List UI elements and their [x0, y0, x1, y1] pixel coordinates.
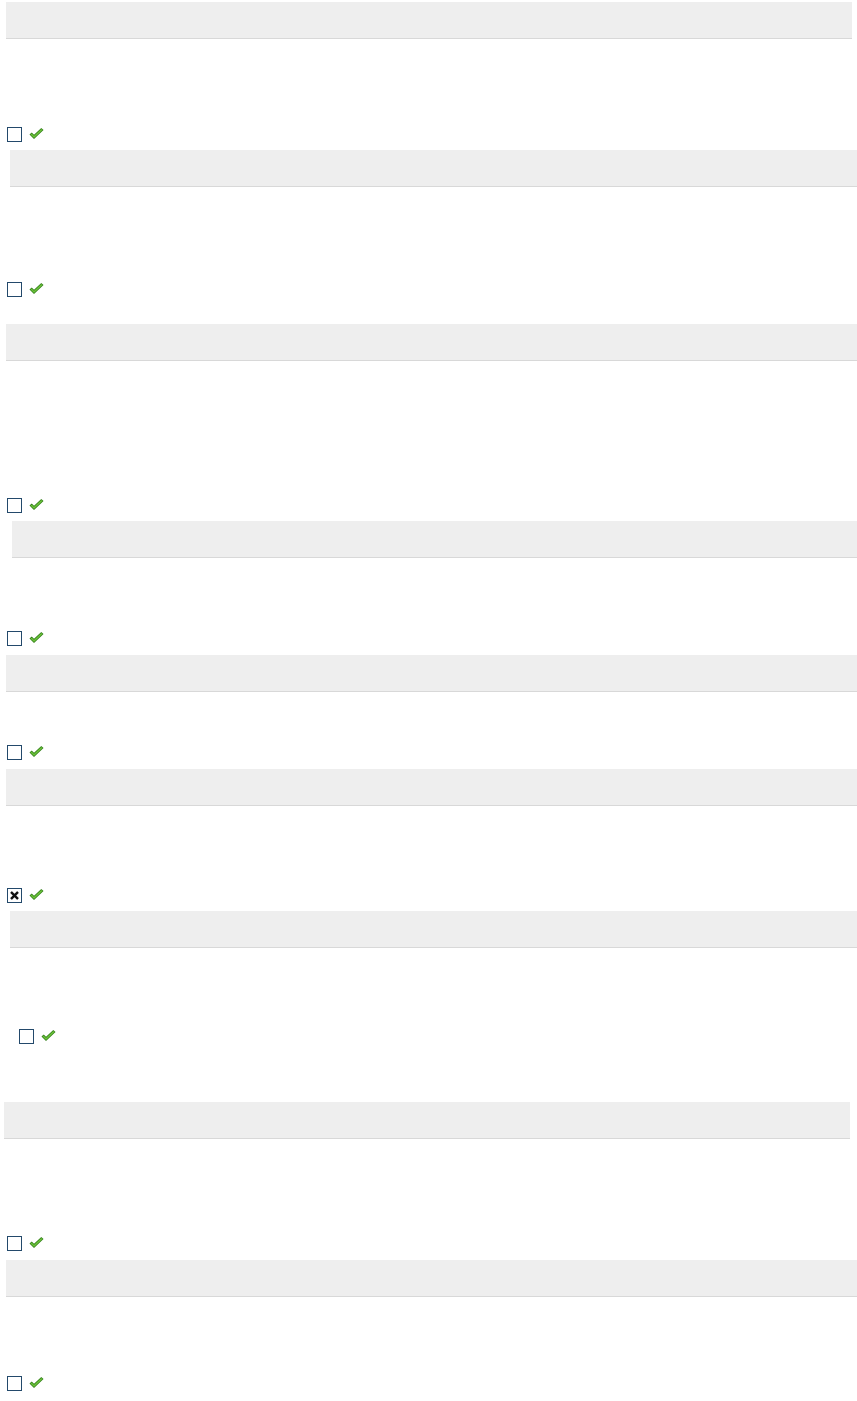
checkbox[interactable] [7, 1235, 22, 1251]
green-check-icon [29, 632, 44, 643]
checkbox[interactable] [7, 630, 22, 646]
checkbox[interactable] [7, 497, 22, 513]
answer-field[interactable] [10, 911, 857, 948]
green-check-icon [29, 283, 44, 294]
checkbox-row [7, 628, 44, 648]
answer-field[interactable] [6, 769, 857, 806]
checkbox-row [7, 1233, 44, 1253]
checkbox-row [7, 885, 44, 905]
green-check-icon [29, 1377, 44, 1388]
answer-field[interactable] [6, 324, 857, 361]
green-check-icon [29, 499, 44, 510]
checkbox[interactable] [7, 744, 22, 760]
checkbox[interactable] [7, 887, 22, 903]
checkbox-row [7, 279, 44, 299]
checkbox-row [19, 1026, 56, 1046]
green-check-icon [29, 128, 44, 139]
answer-field[interactable] [12, 521, 857, 558]
answer-field[interactable] [6, 1260, 857, 1297]
page [0, 0, 857, 1401]
checkbox-row [7, 1373, 44, 1393]
answer-field[interactable] [10, 150, 857, 187]
checkbox[interactable] [7, 1375, 22, 1391]
green-check-icon [41, 1030, 56, 1041]
answer-field[interactable] [6, 2, 852, 39]
green-check-icon [29, 889, 44, 900]
checkbox[interactable] [7, 281, 22, 297]
answer-field[interactable] [6, 655, 857, 692]
checkbox-row [7, 742, 44, 762]
answer-field[interactable] [4, 1102, 850, 1139]
checkbox[interactable] [7, 126, 22, 142]
checkbox[interactable] [19, 1028, 34, 1044]
checkbox-row [7, 124, 44, 144]
checkbox-row [7, 495, 44, 515]
green-check-icon [29, 746, 44, 757]
green-check-icon [29, 1237, 44, 1248]
